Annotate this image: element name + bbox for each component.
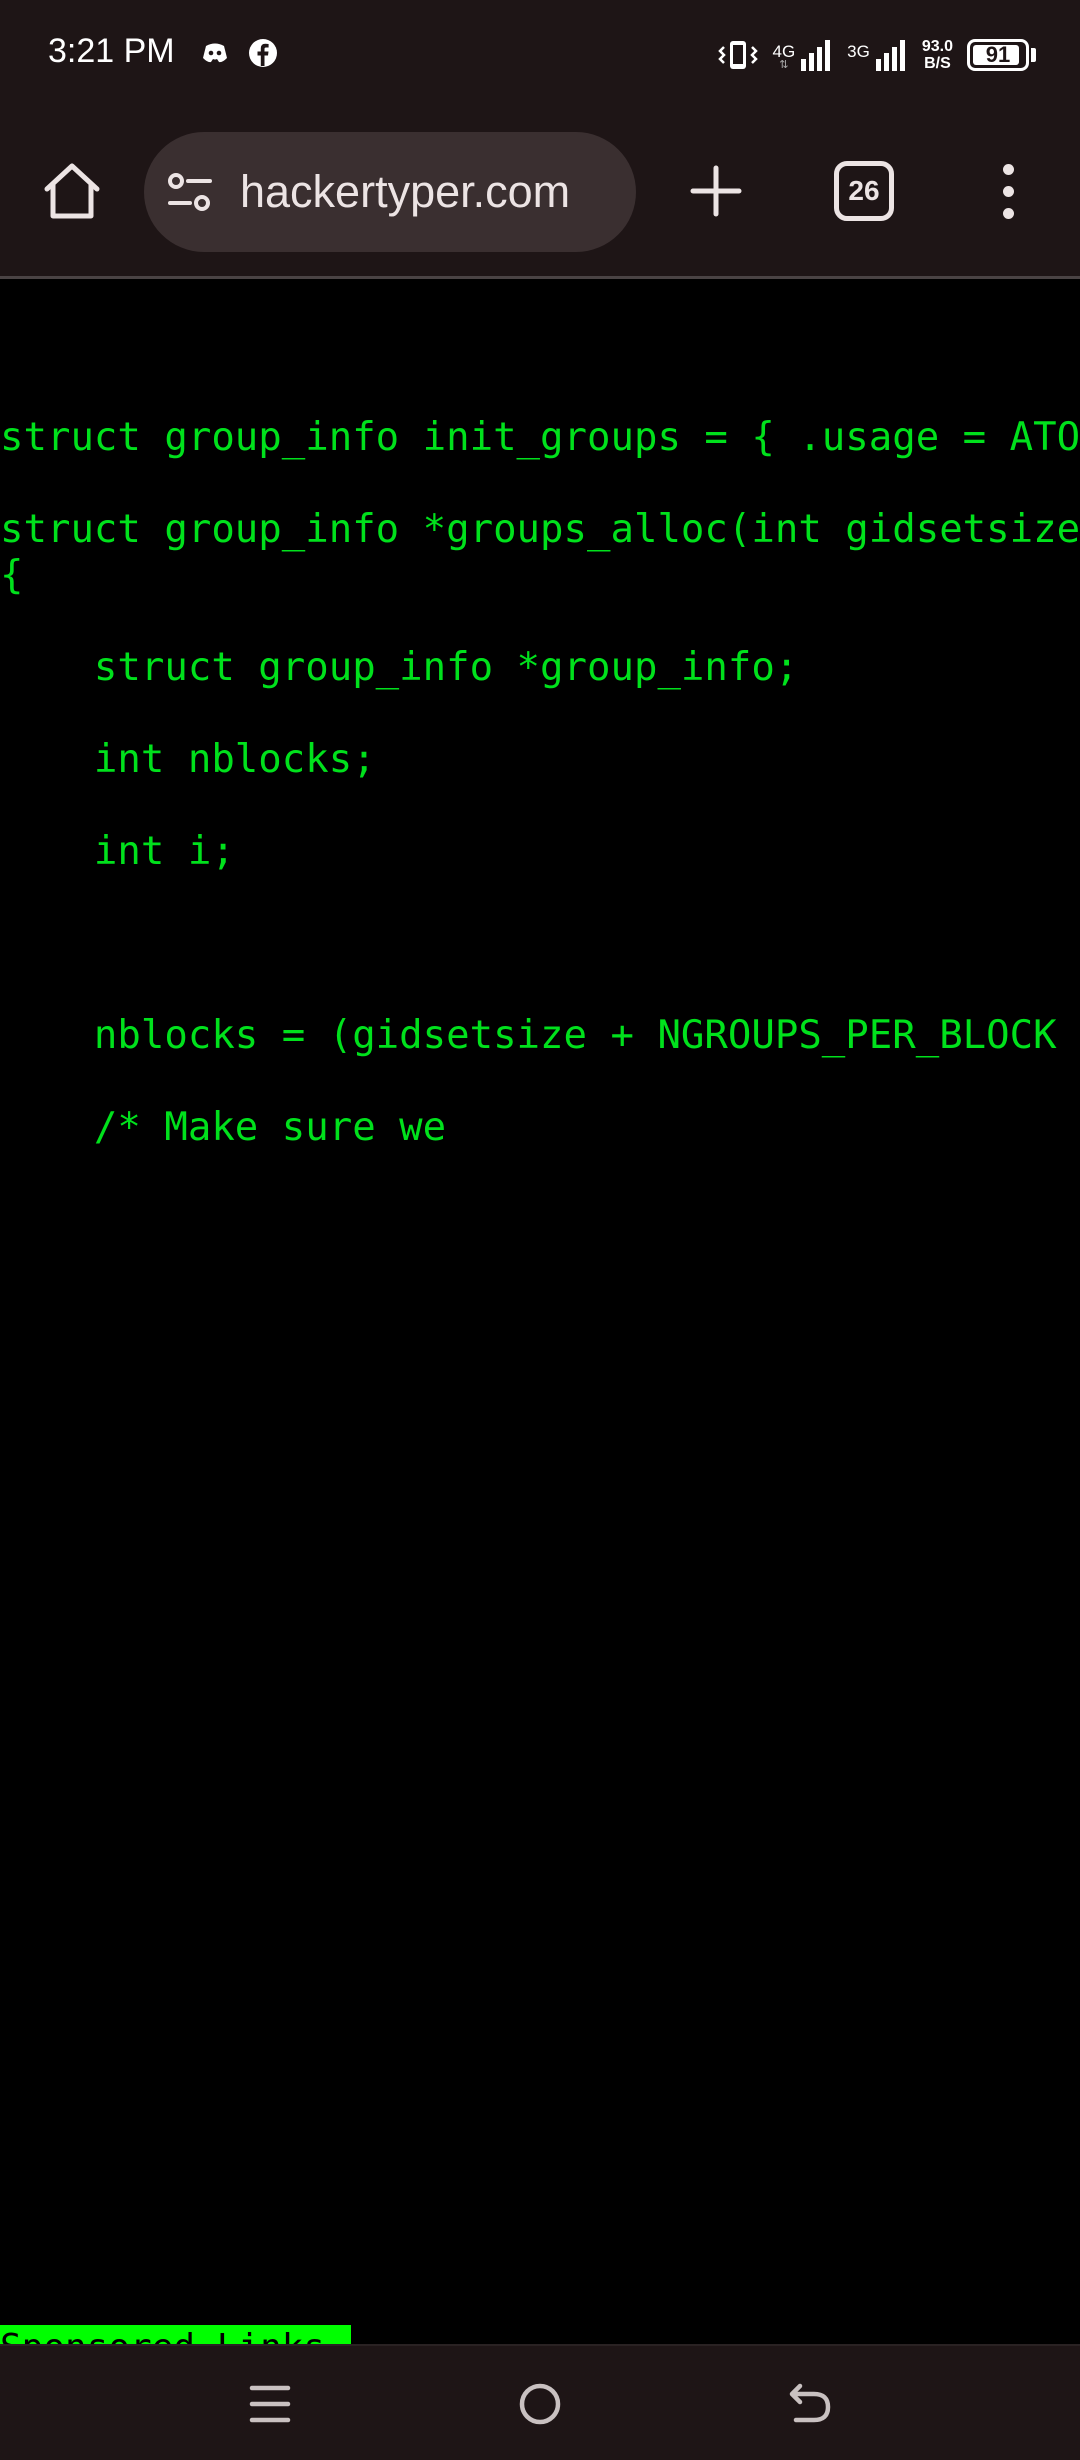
network-speed: 93.0 B/S <box>922 38 953 72</box>
plus-icon <box>690 165 742 217</box>
status-bar: 3:21 PM 4G ⇅ 3G . 93.0 B/S 91 <box>0 0 1080 110</box>
recents-icon <box>249 2385 291 2423</box>
code-line: { <box>0 553 24 598</box>
new-tab-button[interactable] <box>680 155 752 227</box>
vibrate-icon <box>718 41 759 69</box>
recents-button[interactable] <box>240 2374 300 2434</box>
back-button[interactable] <box>780 2374 840 2434</box>
discord-icon <box>203 43 227 63</box>
signal-bars-icon <box>875 40 905 71</box>
home-icon <box>44 163 100 219</box>
network-4g-label: 4G <box>772 42 796 61</box>
code-line: int nblocks; <box>0 737 376 782</box>
speed-value: 93.0 <box>921 38 953 55</box>
battery-tip <box>1031 48 1036 62</box>
status-time: 3:21 PM <box>48 32 175 70</box>
signal-bars-icon <box>801 40 831 71</box>
battery-icon: 91 <box>967 39 1029 71</box>
url-text[interactable]: hackertyper.com <box>240 166 570 218</box>
tab-switcher-button[interactable]: 26 <box>834 161 894 221</box>
home-button[interactable] <box>36 155 108 227</box>
home-nav-button[interactable] <box>510 2374 570 2434</box>
system-nav-bar <box>0 2344 1080 2460</box>
more-vert-icon[interactable] <box>988 155 1028 227</box>
status-indicators: 4G ⇅ 3G . 93.0 B/S 91 <box>718 30 1036 80</box>
sponsored-label: Sponsored Links <box>0 2327 325 2344</box>
address-bar[interactable]: hackertyper.com <box>144 132 636 252</box>
signal-3g: 3G . <box>847 39 908 71</box>
back-icon <box>789 2383 831 2423</box>
battery-level: 91 <box>985 42 1011 67</box>
tab-count: 26 <box>848 175 880 206</box>
hacker-typer-page[interactable]: struct group_info init_groups = { .usage… <box>0 279 1080 2344</box>
code-line: struct group_info init_groups = { .usage… <box>0 415 1080 460</box>
code-line: struct group_info *group_info; <box>0 645 799 690</box>
code-line: nblocks = (gidsetsize + NGROUPS_PER_BLOC… <box>93 1013 1057 1058</box>
speed-unit: B/S <box>924 55 951 72</box>
signal-4g: 4G ⇅ <box>772 39 833 71</box>
code-line: /* Make sure we <box>0 1105 447 1150</box>
browser-toolbar: hackertyper.com 26 <box>0 110 1080 276</box>
code-line: struct group_info *groups_alloc(int gids… <box>0 507 1080 552</box>
sponsored-links[interactable]: Sponsored Links <box>0 2325 351 2344</box>
code-line: int i; <box>0 829 235 874</box>
home-circle-icon <box>519 2383 561 2425</box>
battery-indicator: 91 <box>967 39 1036 71</box>
tune-icon[interactable] <box>166 170 214 214</box>
facebook-icon <box>249 39 277 67</box>
network-3g-label: 3G <box>847 42 870 61</box>
